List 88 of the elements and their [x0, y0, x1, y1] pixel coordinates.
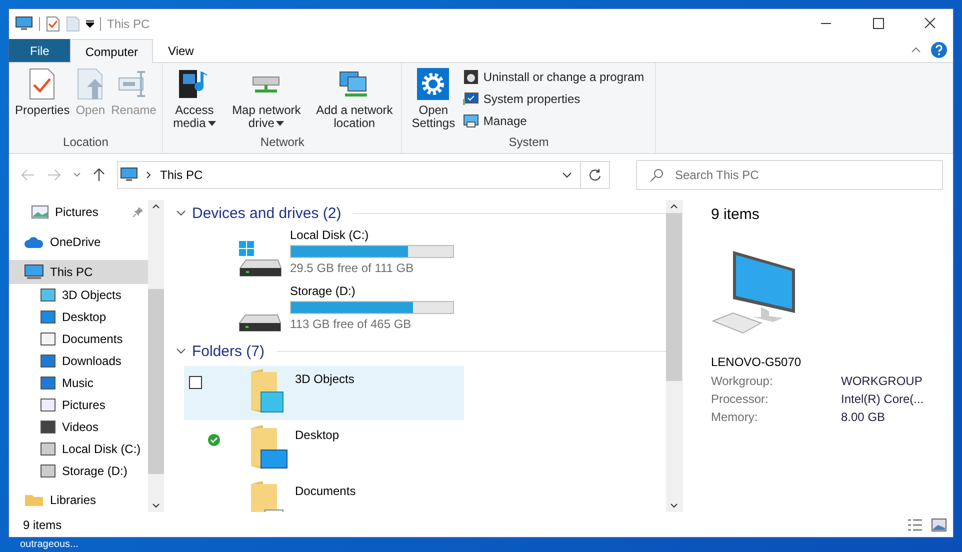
item-count: 9 items — [711, 206, 760, 223]
section-header[interactable]: Folders (7) — [192, 342, 265, 360]
properties-icon — [29, 68, 56, 100]
ribbon-button[interactable]: System properties — [463, 91, 652, 107]
ribbon-button[interactable]: Access media — [166, 66, 222, 132]
folder-name: 3D Objects — [295, 372, 354, 386]
caret-icon — [276, 121, 284, 126]
scroll-down-icon[interactable] — [152, 503, 160, 508]
ribbon-button[interactable]: Map network drive — [222, 66, 310, 132]
window-title: This PC — [107, 16, 150, 30]
drive-name: Storage (D:) — [290, 284, 356, 298]
nav-item[interactable]: Libraries — [9, 488, 148, 512]
drive-name: Local Disk (C:) — [290, 228, 370, 242]
cloud-icon — [24, 235, 44, 249]
nav-item[interactable]: OneDrive — [9, 230, 148, 254]
property-value: WORKGROUP — [841, 374, 924, 388]
ribbon-button[interactable]: Manage — [463, 113, 652, 129]
nav-item[interactable]: Downloads — [9, 350, 148, 372]
property-label: Memory: — [711, 410, 759, 424]
nav-item[interactable]: Storage (D:) — [9, 460, 148, 482]
properties-icon[interactable] — [46, 16, 60, 32]
scroll-up-icon[interactable] — [152, 204, 160, 209]
folder-tile[interactable]: Desktop — [184, 422, 464, 476]
picture-icon — [31, 205, 49, 219]
ribbon-button[interactable]: Uninstall or change a program — [463, 69, 652, 85]
nav-item[interactable]: Documents — [9, 328, 148, 350]
folder-tile[interactable]: Documents — [184, 478, 464, 512]
manage-computer-icon — [463, 113, 480, 129]
nav-item[interactable]: Pictures — [9, 394, 148, 416]
ribbon-button[interactable]: Properties — [12, 66, 73, 119]
settings-icon — [417, 68, 450, 100]
ribbon-tab[interactable]: Computer — [70, 39, 154, 63]
up-icon[interactable] — [93, 168, 105, 182]
nav-item[interactable]: Local Disk (C:) — [9, 438, 148, 460]
ribbon-tab[interactable]: File — [9, 39, 70, 62]
computer-icon — [24, 264, 44, 280]
scrollbar[interactable] — [148, 200, 164, 512]
dropdown-icon[interactable] — [86, 20, 94, 28]
dropdown-icon[interactable] — [562, 172, 572, 178]
ribbon-tab[interactable]: View — [153, 39, 209, 62]
status-text: 9 items — [23, 518, 62, 532]
large-icons-view-icon[interactable] — [931, 518, 947, 532]
group-label: System — [508, 135, 550, 151]
caret-icon — [208, 121, 216, 126]
nav-item[interactable]: Desktop — [9, 306, 148, 328]
property-value: 8.00 GB — [841, 410, 886, 424]
monitor-check-icon — [463, 91, 480, 107]
help-icon[interactable] — [931, 42, 947, 58]
nav-item[interactable]: Videos — [9, 416, 148, 438]
computer-name: LENOVO-G5070 — [711, 355, 802, 369]
nav-item[interactable]: Pictures — [9, 200, 148, 224]
folder-name: Documents — [295, 484, 356, 498]
open-file-icon — [77, 68, 104, 100]
folder-name: Desktop — [295, 428, 340, 442]
folder-tile[interactable]: 3D Objects — [184, 366, 464, 420]
nav-item[interactable]: Music — [9, 372, 148, 394]
search-field[interactable]: Search This PC — [636, 160, 943, 190]
ribbon-button[interactable]: Add a network location — [310, 66, 398, 132]
desktop-icon-label[interactable]: outrageous... — [20, 539, 78, 551]
nav-item[interactable]: 3D Objects — [9, 284, 148, 306]
property-value: Intel(R) Core(... — [841, 392, 925, 406]
scroll-down-icon[interactable] — [670, 503, 678, 508]
computer-icon — [120, 167, 138, 183]
collapse-icon[interactable] — [911, 47, 921, 53]
nav-item[interactable]: This PC — [9, 260, 148, 284]
checkbox[interactable] — [189, 376, 202, 389]
property-label: Workgroup: — [711, 374, 774, 388]
search-icon — [650, 168, 664, 182]
scrollbar[interactable] — [666, 200, 682, 512]
drive-tile[interactable]: Local Disk (C:) 29.5 GB free of 111 GB — [176, 228, 666, 282]
collapse-icon[interactable] — [176, 348, 186, 354]
drive-tile[interactable]: Storage (D:) 113 GB free of 465 GB — [176, 284, 666, 338]
scroll-up-icon[interactable] — [670, 204, 678, 209]
group-label: Location — [62, 135, 110, 151]
free-space: 29.5 GB free of 111 GB — [290, 261, 415, 275]
section-header[interactable]: Devices and drives (2) — [192, 204, 342, 222]
group-label: Network — [259, 135, 306, 151]
network-drive-icon — [252, 76, 280, 93]
property-label: Processor: — [711, 392, 770, 406]
chevron-icon — [146, 171, 152, 179]
free-space: 113 GB free of 465 GB — [290, 317, 412, 331]
pin-icon[interactable] — [132, 206, 144, 218]
ribbon-button[interactable]: Open Settings — [405, 66, 462, 132]
collapse-icon[interactable] — [176, 210, 186, 216]
disc-box-icon — [463, 69, 480, 85]
details-view-icon[interactable] — [907, 518, 923, 532]
computer-icon[interactable] — [15, 16, 33, 32]
address-bar[interactable]: This PC — [117, 161, 610, 189]
